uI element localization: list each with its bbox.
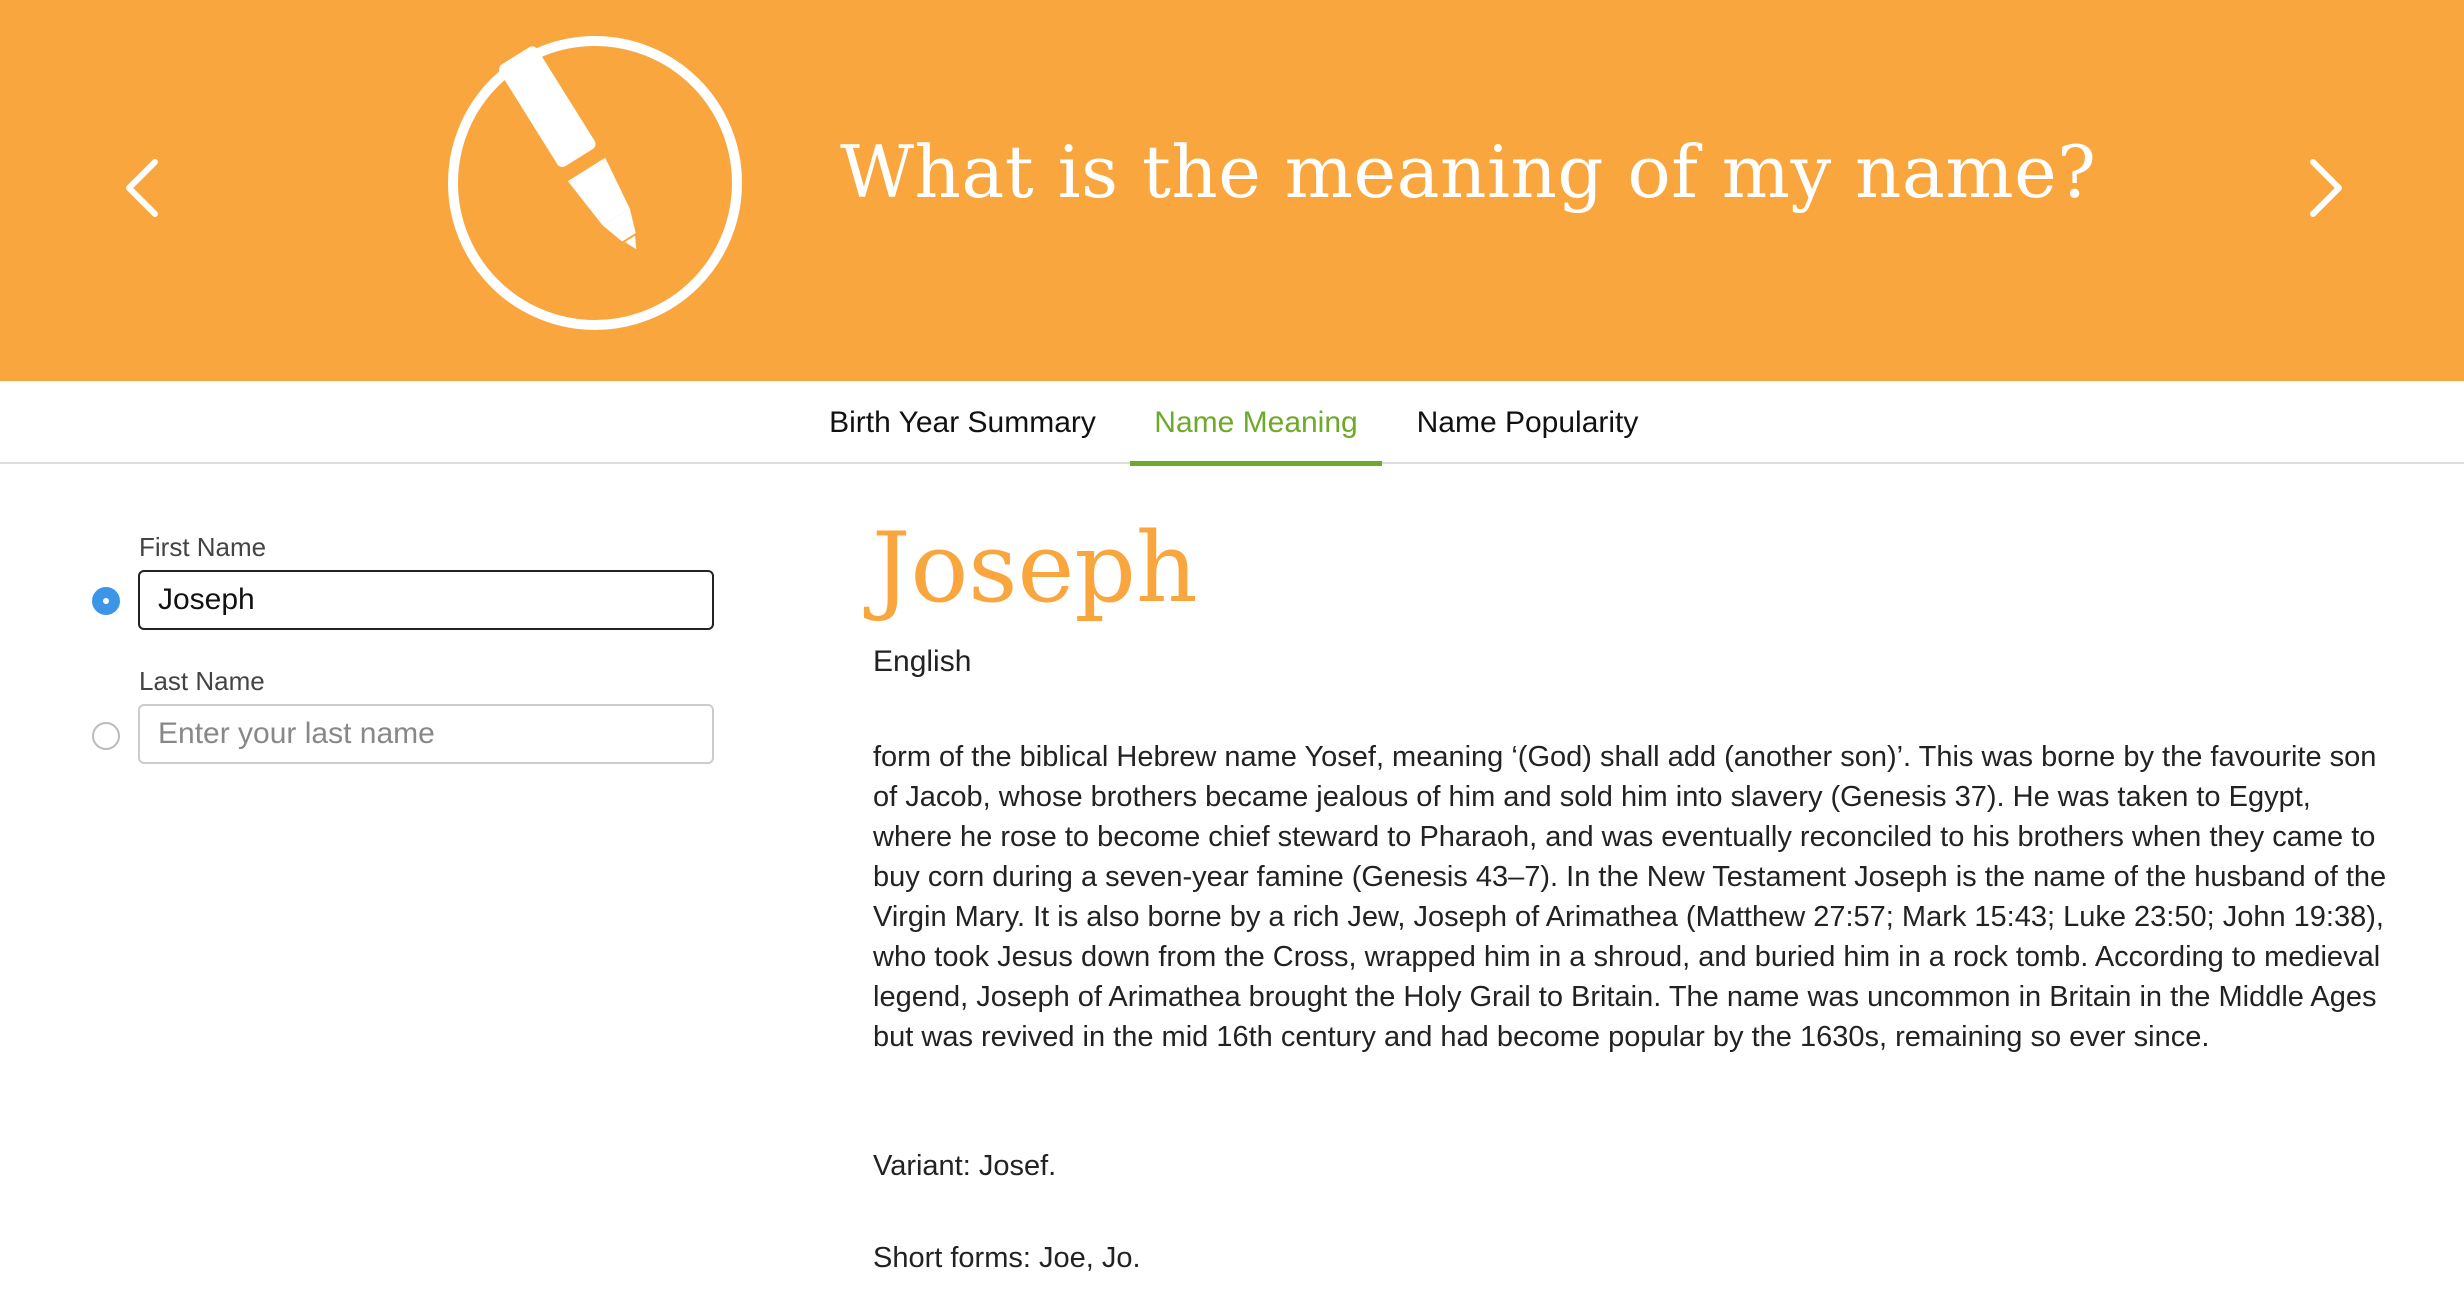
name-variant: Variant: Josef. (873, 1150, 1057, 1182)
name-origin: English (873, 645, 972, 678)
last-name-input[interactable] (138, 704, 714, 764)
pen-in-circle-icon (446, 34, 744, 332)
last-name-label: Last Name (139, 666, 265, 696)
name-short-forms: Short forms: Joe, Jo. (873, 1242, 1141, 1274)
first-name-input[interactable] (138, 570, 714, 630)
page-title: What is the meaning of my name? (840, 130, 2097, 214)
name-description: form of the biblical Hebrew name Yosef, … (873, 741, 2387, 1053)
page: What is the meaning of my name? Birth Ye… (0, 0, 2464, 1314)
chevron-right-icon[interactable] (2283, 148, 2363, 228)
tab-name-meaning[interactable]: Name Meaning (1130, 381, 1382, 466)
tab-birth-year-summary[interactable]: Birth Year Summary (810, 381, 1115, 464)
header-banner: What is the meaning of my name? (0, 0, 2464, 381)
first-name-label: First Name (139, 532, 267, 562)
result-name-heading: Joseph (872, 512, 1198, 624)
last-name-radio[interactable] (92, 722, 120, 750)
first-name-radio[interactable] (92, 587, 120, 615)
tab-name-popularity[interactable]: Name Popularity (1395, 381, 1660, 464)
chevron-left-icon[interactable] (105, 148, 185, 228)
tab-bar: Birth Year Summary Name Meaning Name Pop… (0, 381, 2464, 466)
